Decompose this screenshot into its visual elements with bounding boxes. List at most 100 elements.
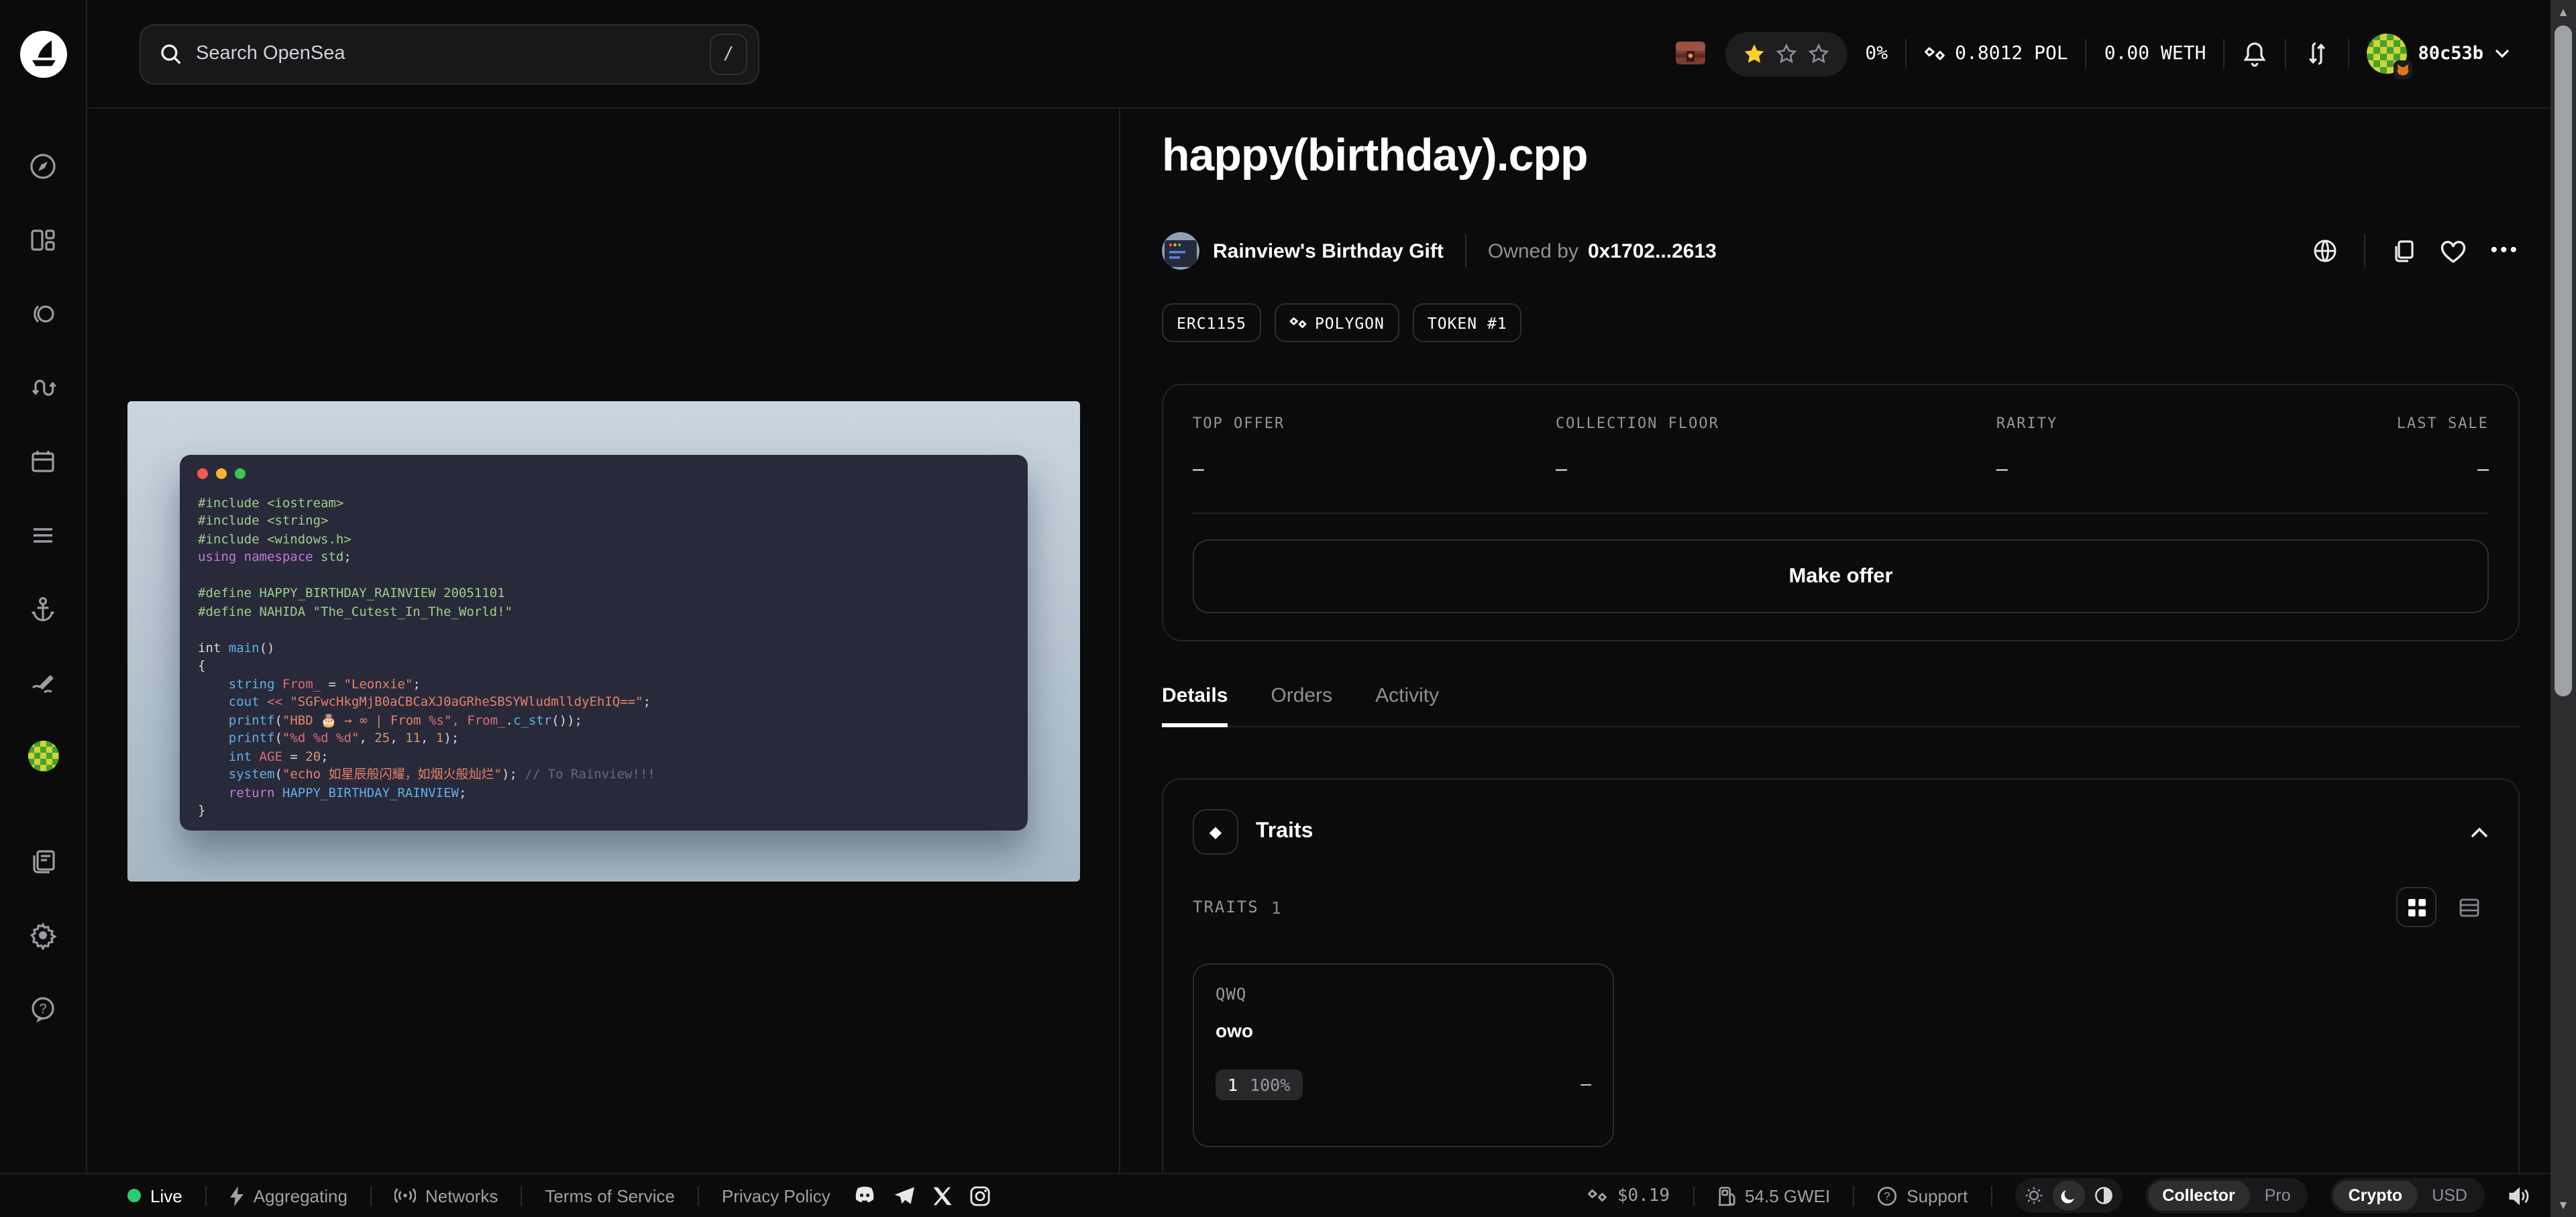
heart-icon[interactable] — [2439, 238, 2467, 264]
wallet-avatar — [2367, 34, 2407, 74]
news-icon — [28, 847, 58, 876]
search-input[interactable] — [196, 43, 710, 64]
instagram-icon[interactable] — [970, 1185, 990, 1206]
traits-panel: ◆ Traits TRAITS 1 — [1162, 778, 2520, 1173]
light-theme-button[interactable] — [2017, 1181, 2049, 1210]
sidebar-item-news[interactable] — [27, 845, 59, 878]
close-dot-icon — [197, 468, 207, 478]
sidebar-item-create[interactable] — [27, 667, 59, 699]
divider — [2223, 39, 2224, 68]
wallet-menu[interactable]: 80c53b — [2367, 34, 2510, 74]
tab-activity[interactable]: Activity — [1375, 684, 1439, 726]
x-twitter-icon[interactable] — [932, 1185, 953, 1206]
sidebar-item-help[interactable]: ? — [27, 993, 59, 1025]
usd-currency-button[interactable]: USD — [2417, 1181, 2482, 1210]
pro-mode-button[interactable]: Pro — [2250, 1181, 2306, 1210]
sidebar-item-explore[interactable] — [27, 150, 59, 182]
sidebar-item-profile-avatar[interactable] — [28, 741, 58, 772]
stat-rarity: RARITY — — [1996, 415, 2308, 480]
sidebar-item-collections[interactable] — [27, 224, 59, 256]
copy-icon[interactable] — [2391, 237, 2416, 264]
collection-name-link[interactable]: Rainview's Birthday Gift — [1213, 240, 1444, 262]
pol-price[interactable]: $0.19 — [1588, 1185, 1670, 1206]
sidebar-item-settings[interactable] — [27, 919, 59, 951]
system-theme-button[interactable] — [2087, 1181, 2119, 1210]
opensea-logo[interactable] — [0, 0, 86, 109]
sidebar-item-swap[interactable] — [27, 372, 59, 404]
page-scrollbar[interactable]: ▲ ▼ — [2551, 0, 2576, 1217]
owner-address-link[interactable]: 0x1702...2613 — [1588, 240, 1717, 262]
badge-row: ERC1155 POLYGON TOKEN #1 — [1162, 303, 2520, 342]
chevron-up-icon[interactable] — [2470, 826, 2489, 838]
gas-price[interactable]: 54.5 GWEI — [1717, 1185, 1830, 1206]
pol-balance[interactable]: 0.8012 POL — [1924, 43, 2068, 64]
weth-balance[interactable]: 0.00 WETH — [2104, 43, 2206, 64]
collection-avatar[interactable] — [1162, 232, 1199, 270]
sidebar-item-calendar[interactable] — [27, 445, 59, 478]
live-dot-icon — [127, 1189, 141, 1202]
nft-artwork[interactable]: #include <iostream>#include <string>#inc… — [127, 401, 1079, 881]
contrast-icon — [2094, 1186, 2112, 1205]
divider — [2285, 39, 2286, 68]
maximize-dot-icon — [234, 468, 245, 478]
question-circle-icon: ? — [1877, 1185, 1897, 1206]
currency-toggle: Crypto USD — [2331, 1178, 2485, 1213]
item-actions: ••• — [2312, 235, 2520, 267]
grid-view-button[interactable] — [2396, 887, 2436, 927]
divider — [521, 1185, 522, 1206]
scroll-up-arrow[interactable]: ▲ — [2551, 3, 2576, 21]
tab-details[interactable]: Details — [1162, 684, 1228, 726]
divider — [2086, 39, 2087, 68]
rating-stars[interactable] — [1725, 32, 1847, 76]
privacy-link[interactable]: Privacy Policy — [722, 1185, 830, 1206]
topbar: / 0% 0.8012 POL — [87, 0, 2551, 109]
search-bar[interactable]: / — [140, 23, 759, 84]
stat-last-sale: LAST SALE — — [2307, 415, 2488, 480]
scrollbar-thumb[interactable] — [2555, 25, 2572, 696]
opensea-ship-icon — [19, 31, 66, 78]
more-options-icon[interactable]: ••• — [2490, 244, 2520, 258]
globe-icon[interactable] — [2312, 237, 2339, 264]
tab-bar: Details Orders Activity — [1162, 684, 2520, 727]
collection-thumbnail — [1162, 232, 1199, 270]
telegram-icon[interactable] — [894, 1186, 915, 1205]
make-offer-button[interactable]: Make offer — [1193, 539, 2489, 613]
calendar-icon — [28, 447, 58, 476]
divider — [698, 1185, 699, 1206]
compare-button[interactable] — [2304, 40, 2330, 67]
speaker-icon[interactable] — [2508, 1185, 2530, 1206]
divider — [370, 1185, 372, 1206]
search-icon — [160, 42, 182, 65]
traits-subheader: TRAITS 1 — [1193, 887, 2489, 927]
stat-collection-floor: COLLECTION FLOOR — — [1556, 415, 1996, 480]
rating-percent: 0% — [1865, 43, 1888, 64]
notifications-button[interactable] — [2242, 40, 2267, 68]
scroll-down-arrow[interactable]: ▼ — [2551, 1196, 2576, 1214]
stat-top-offer: TOP OFFER — — [1193, 415, 1556, 480]
terms-link[interactable]: Terms of Service — [545, 1185, 675, 1206]
crypto-currency-button[interactable]: Crypto — [2334, 1181, 2418, 1210]
tab-orders[interactable]: Orders — [1271, 684, 1332, 726]
divider — [1193, 513, 2489, 514]
loot-chest-icon[interactable] — [1673, 38, 1708, 70]
compass-icon — [28, 152, 58, 181]
sidebar-item-anchor[interactable] — [27, 593, 59, 625]
list-view-button[interactable] — [2449, 887, 2489, 927]
svg-text:?: ? — [39, 1002, 46, 1016]
trait-card[interactable]: QWQ owo 1 100% — — [1193, 963, 1614, 1147]
discord-icon[interactable] — [853, 1186, 876, 1205]
traits-diamond-icon: ◆ — [1193, 809, 1238, 855]
traits-header[interactable]: ◆ Traits — [1193, 809, 2489, 855]
badge-chain: POLYGON — [1275, 303, 1399, 342]
collector-mode-button[interactable]: Collector — [2147, 1181, 2249, 1210]
support-link[interactable]: ? Support — [1877, 1185, 1968, 1206]
sidebar-item-tokens[interactable] — [27, 298, 59, 330]
sidebar-item-list[interactable] — [27, 519, 59, 551]
networks-status[interactable]: Networks — [394, 1185, 498, 1206]
rows-icon — [2459, 897, 2479, 917]
theme-toggle — [2015, 1178, 2122, 1213]
divider — [1990, 1185, 1992, 1206]
star-filled-icon — [1743, 42, 1766, 65]
dark-theme-button[interactable] — [2052, 1181, 2084, 1210]
chevron-down-icon — [2494, 48, 2510, 59]
